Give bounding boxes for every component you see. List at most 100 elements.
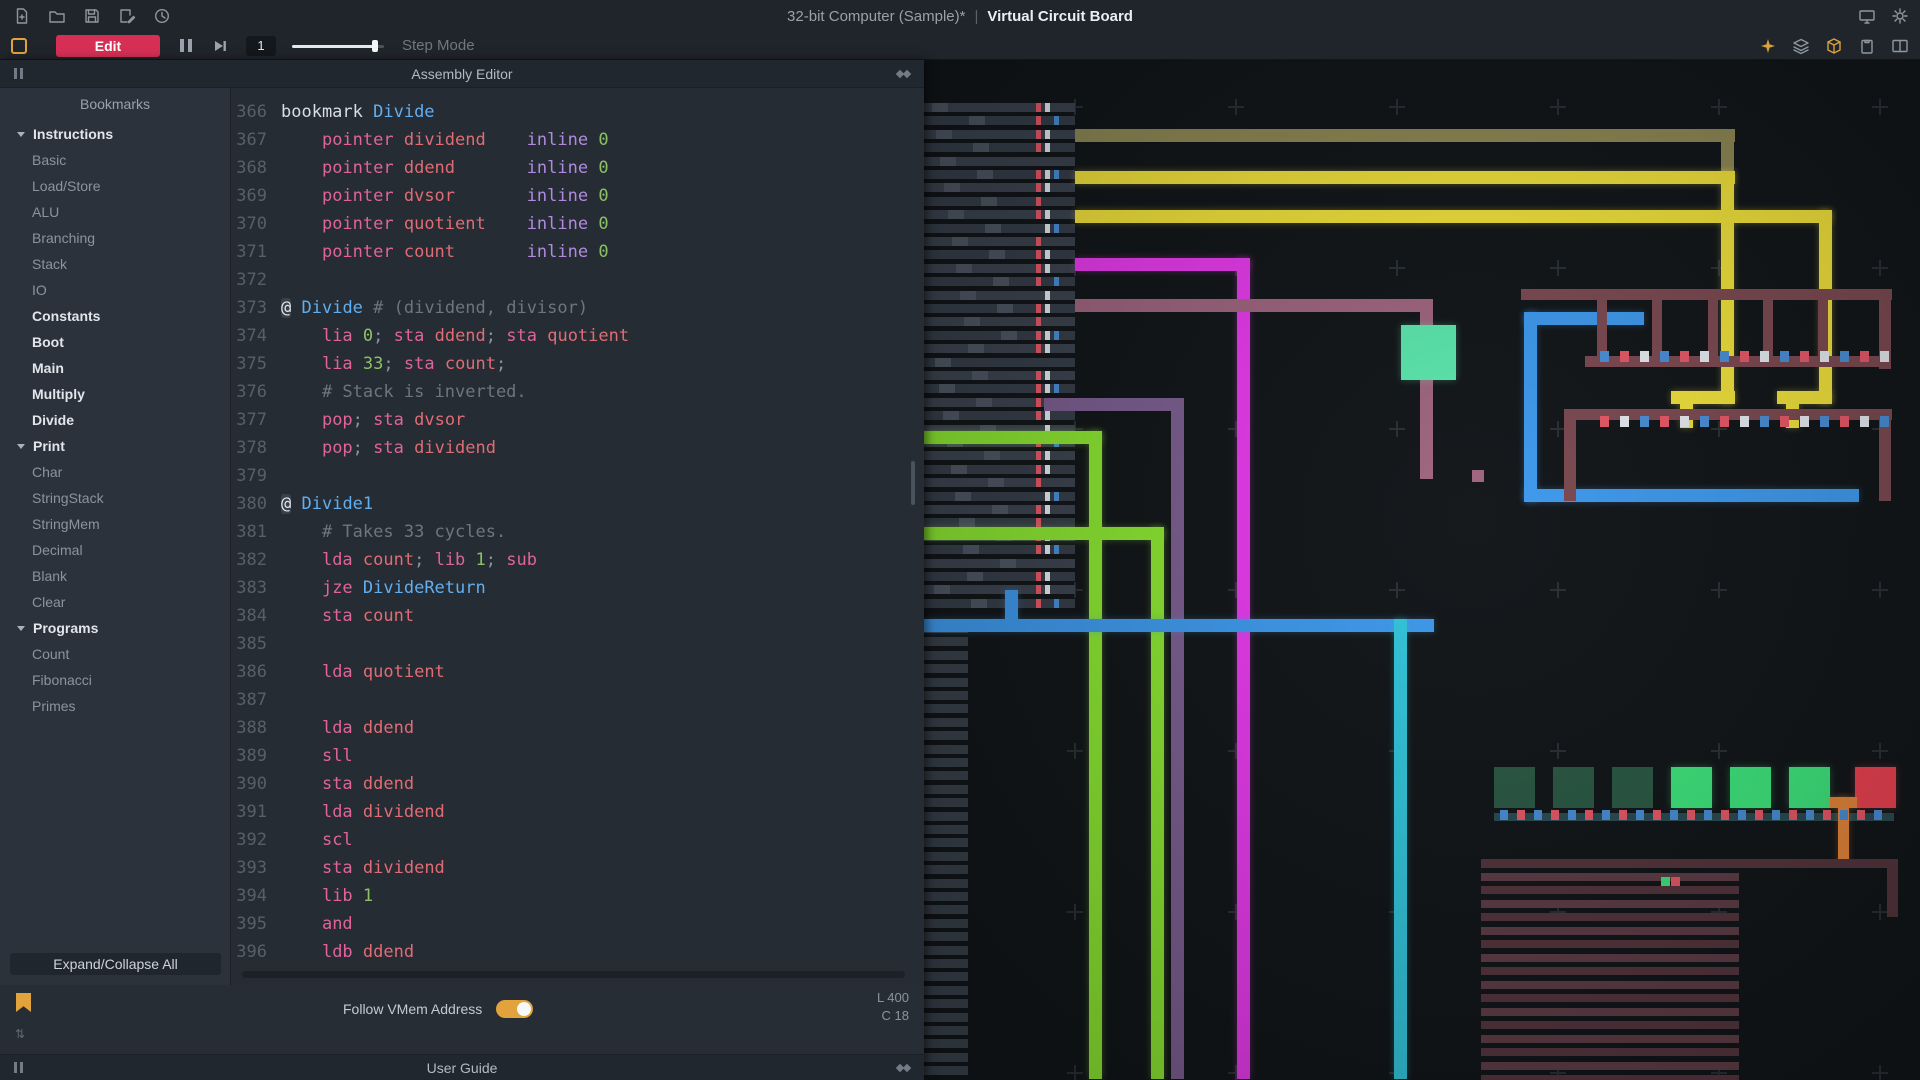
code-line[interactable]: 385	[231, 630, 629, 658]
circuit-trace	[1553, 767, 1594, 808]
bus-pin	[1045, 492, 1050, 501]
step-count-input[interactable]: 1	[246, 36, 276, 56]
panel-collapse-icon[interactable]	[14, 68, 23, 79]
follow-vmem-toggle[interactable]	[496, 1000, 533, 1018]
magic-wand-icon[interactable]	[1758, 36, 1778, 56]
popout-icon[interactable]	[896, 1061, 912, 1075]
bus-trace	[984, 451, 1000, 460]
code-line[interactable]: 370 pointer quotient inline 0	[231, 210, 629, 238]
vertical-scrollbar-thumb[interactable]	[911, 461, 915, 505]
code-line[interactable]: 377 pop; sta dvsor	[231, 406, 629, 434]
edit-mode-button[interactable]: Edit	[56, 35, 160, 57]
tree-item-stringmem[interactable]: StringMem	[0, 511, 230, 537]
circuit-trace	[1394, 619, 1407, 1079]
selection-tool-icon[interactable]	[11, 38, 27, 54]
tree-item-branching[interactable]: Branching	[0, 225, 230, 251]
code-text: pointer dvsor inline 0	[281, 182, 609, 210]
code-line[interactable]: 384 sta count	[231, 602, 629, 630]
bus-pin	[1045, 465, 1050, 474]
tree-item-blank[interactable]: Blank	[0, 563, 230, 589]
code-line[interactable]: 378 pop; sta dividend	[231, 434, 629, 462]
bus-trace	[924, 798, 968, 807]
code-line[interactable]: 369 pointer dvsor inline 0	[231, 182, 629, 210]
tree-item-basic[interactable]: Basic	[0, 147, 230, 173]
code-line[interactable]: 368 pointer ddend inline 0	[231, 154, 629, 182]
slider-handle[interactable]	[372, 40, 378, 52]
settings-gear-icon[interactable]	[1890, 6, 1910, 26]
code-line[interactable]: 372	[231, 266, 629, 294]
code-line[interactable]: 371 pointer count inline 0	[231, 238, 629, 266]
split-view-icon[interactable]	[1890, 36, 1910, 56]
expand-collapse-all-button[interactable]: Expand/Collapse All	[10, 953, 221, 975]
code-text: pop; sta dividend	[281, 434, 496, 462]
code-line[interactable]: 388 lda ddend	[231, 714, 629, 742]
code-editor[interactable]: 366bookmark Divide367 pointer dividend i…	[231, 88, 924, 985]
code-line[interactable]: 367 pointer dividend inline 0	[231, 126, 629, 154]
bus-trace	[924, 999, 968, 1008]
code-line[interactable]: 392 scl	[231, 826, 629, 854]
code-line[interactable]: 396 ldb ddend	[231, 938, 629, 966]
bus-trace	[924, 691, 968, 700]
circuit-canvas[interactable]	[924, 60, 1920, 1080]
display-icon[interactable]	[1857, 6, 1877, 26]
tree-item-clear[interactable]: Clear	[0, 589, 230, 615]
tree-item-primes[interactable]: Primes	[0, 693, 230, 719]
vertical-scrollbar[interactable]	[911, 88, 915, 985]
circuit-trace	[1075, 129, 1735, 142]
tree-item-constants[interactable]: Constants	[0, 303, 230, 329]
tree-item-io[interactable]: IO	[0, 277, 230, 303]
tree-item-label: Decimal	[32, 542, 83, 558]
code-line[interactable]: 390 sta ddend	[231, 770, 629, 798]
code-line[interactable]: 373@ Divide # (dividend, divisor)	[231, 294, 629, 322]
save-as-icon[interactable]	[117, 6, 137, 26]
tree-item-stringstack[interactable]: StringStack	[0, 485, 230, 511]
code-line[interactable]: 380@ Divide1	[231, 490, 629, 518]
code-line[interactable]: 391 lda dividend	[231, 798, 629, 826]
tree-item-decimal[interactable]: Decimal	[0, 537, 230, 563]
tree-item-boot[interactable]: Boot	[0, 329, 230, 355]
code-line[interactable]: 386 lda quotient	[231, 658, 629, 686]
bookmark-icon[interactable]	[16, 993, 31, 1012]
tree-item-label: Instructions	[33, 126, 113, 142]
code-line[interactable]: 375 lia 33; sta count;	[231, 350, 629, 378]
code-line[interactable]: 382 lda count; lib 1; sub	[231, 546, 629, 574]
code-line[interactable]: 383 jze DivideReturn	[231, 574, 629, 602]
tree-item-alu[interactable]: ALU	[0, 199, 230, 225]
save-icon[interactable]	[82, 6, 102, 26]
pause-icon[interactable]	[180, 39, 192, 52]
tree-item-print[interactable]: Print	[0, 433, 230, 459]
clipboard-icon[interactable]	[1857, 36, 1877, 56]
code-line[interactable]: 389 sll	[231, 742, 629, 770]
code-line[interactable]: 374 lia 0; sta ddend; sta quotient	[231, 322, 629, 350]
code-line[interactable]: 393 sta dividend	[231, 854, 629, 882]
code-line[interactable]: 394 lib 1	[231, 882, 629, 910]
code-line[interactable]: 366bookmark Divide	[231, 98, 629, 126]
code-line[interactable]: 376 # Stack is inverted.	[231, 378, 629, 406]
tree-item-instructions[interactable]: Instructions	[0, 121, 230, 147]
step-forward-icon[interactable]	[210, 36, 230, 56]
tree-item-main[interactable]: Main	[0, 355, 230, 381]
code-line[interactable]: 379	[231, 462, 629, 490]
open-folder-icon[interactable]	[47, 6, 67, 26]
tree-item-fibonacci[interactable]: Fibonacci	[0, 667, 230, 693]
new-file-icon[interactable]	[12, 6, 32, 26]
tick-rate-slider[interactable]	[292, 38, 384, 53]
layers-icon[interactable]	[1791, 36, 1811, 56]
tree-item-divide[interactable]: Divide	[0, 407, 230, 433]
tree-item-stack[interactable]: Stack	[0, 251, 230, 277]
tree-item-count[interactable]: Count	[0, 641, 230, 667]
code-line[interactable]: 381 # Takes 33 cycles.	[231, 518, 629, 546]
code-text: # Stack is inverted.	[281, 378, 527, 406]
package-icon[interactable]	[1824, 36, 1844, 56]
horizontal-scrollbar[interactable]	[242, 971, 905, 978]
tree-item-multiply[interactable]: Multiply	[0, 381, 230, 407]
popout-icon[interactable]	[896, 67, 912, 81]
panel-collapse-icon[interactable]	[14, 1062, 23, 1073]
tree-item-char[interactable]: Char	[0, 459, 230, 485]
code-line[interactable]: 395 and	[231, 910, 629, 938]
history-icon[interactable]	[152, 6, 172, 26]
tree-item-load-store[interactable]: Load/Store	[0, 173, 230, 199]
code-line[interactable]: 387	[231, 686, 629, 714]
scroll-sync-icon[interactable]: ⇅	[15, 1027, 25, 1041]
tree-item-programs[interactable]: Programs	[0, 615, 230, 641]
